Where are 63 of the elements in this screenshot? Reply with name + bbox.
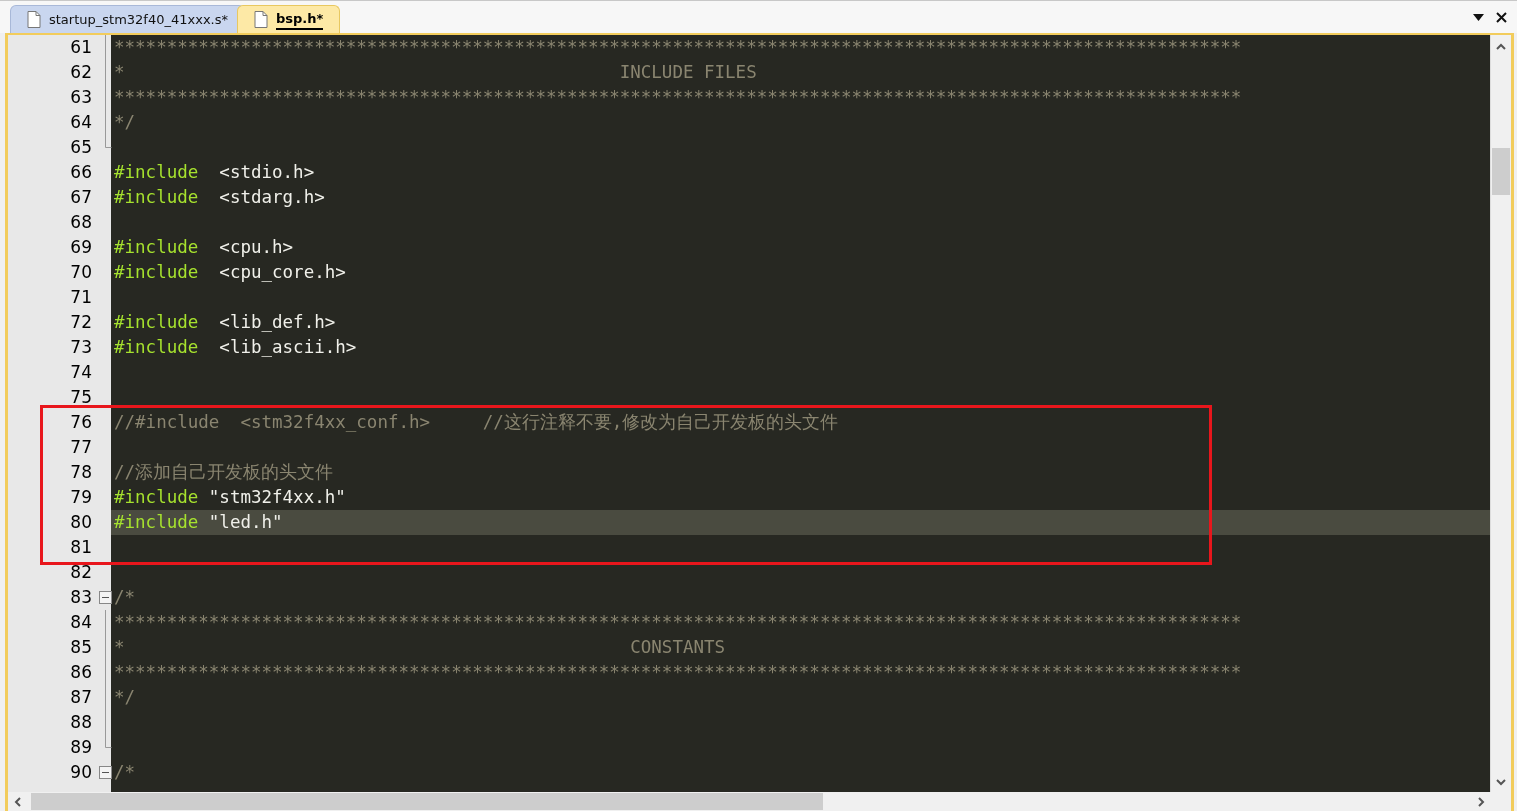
line-number: 72 bbox=[70, 312, 92, 332]
fold-toggle-icon[interactable] bbox=[99, 591, 112, 604]
code-line: //#include <stm32f4xx_conf.h> //这行注释不要,修改为自己开发板的头文件 bbox=[113, 411, 840, 434]
code-line: #include <cpu_core.h> bbox=[113, 261, 347, 284]
code-line: *********************************************************************************************************** bbox=[113, 36, 1243, 59]
vertical-scrollbar[interactable] bbox=[1490, 35, 1511, 792]
document-icon bbox=[254, 11, 268, 28]
line-number: 68 bbox=[70, 212, 92, 232]
scrollbar-thumb[interactable] bbox=[31, 793, 823, 810]
line-number: 79 bbox=[70, 487, 92, 507]
line-number: 82 bbox=[70, 562, 92, 582]
line-number: 65 bbox=[70, 137, 92, 157]
line-number: 86 bbox=[70, 662, 92, 682]
scroll-down-icon[interactable] bbox=[1496, 779, 1506, 786]
line-number: 69 bbox=[70, 237, 92, 257]
line-number: 73 bbox=[70, 337, 92, 357]
code-line: /* bbox=[113, 586, 137, 609]
line-number: 61 bbox=[70, 37, 92, 57]
scroll-up-icon[interactable] bbox=[1496, 43, 1506, 50]
line-number: 63 bbox=[70, 87, 92, 107]
line-number: 76 bbox=[70, 412, 92, 432]
line-number: 84 bbox=[70, 612, 92, 632]
line-number: 67 bbox=[70, 187, 92, 207]
code-line: * CONSTANTS bbox=[113, 636, 727, 659]
code-line: //添加自己开发板的头文件 bbox=[113, 461, 335, 484]
code-line: #include <cpu.h> bbox=[113, 236, 295, 259]
dropdown-caret-icon[interactable] bbox=[1473, 13, 1484, 21]
line-number: 88 bbox=[70, 712, 92, 732]
line-number: 75 bbox=[70, 387, 92, 407]
code-line: *********************************************************************************************************** bbox=[113, 86, 1243, 109]
scrollbar-thumb[interactable] bbox=[1492, 148, 1510, 195]
line-number: 81 bbox=[70, 537, 92, 557]
code-line: #include <lib_def.h> bbox=[113, 311, 337, 334]
line-number: 64 bbox=[70, 112, 92, 132]
fold-toggle-icon[interactable] bbox=[99, 766, 112, 779]
line-number: 85 bbox=[70, 637, 92, 657]
line-number: 90 bbox=[70, 762, 92, 782]
close-icon[interactable] bbox=[1496, 11, 1507, 23]
code-line: #include "stm32f4xx.h" bbox=[113, 486, 347, 509]
line-number: 66 bbox=[70, 162, 92, 182]
scroll-left-icon[interactable] bbox=[14, 796, 21, 807]
line-number: 77 bbox=[70, 437, 92, 457]
code-line: */ bbox=[113, 686, 137, 709]
document-icon bbox=[27, 11, 41, 28]
line-number: 89 bbox=[70, 737, 92, 757]
code-line: */ bbox=[113, 111, 137, 134]
line-number: 70 bbox=[70, 262, 92, 282]
code-line: * INCLUDE FILES bbox=[113, 61, 758, 84]
code-line: #include <stdarg.h> bbox=[113, 186, 326, 209]
code-line: /* bbox=[113, 761, 137, 784]
code-line: #include <lib_ascii.h> bbox=[113, 336, 358, 359]
code-line: *********************************************************************************************************** bbox=[113, 661, 1243, 684]
file-tab[interactable]: bsp.h* bbox=[237, 5, 341, 33]
line-number: 78 bbox=[70, 462, 92, 482]
code-line: *********************************************************************************************************** bbox=[113, 611, 1243, 634]
line-number: 83 bbox=[70, 587, 92, 607]
line-number: 71 bbox=[70, 287, 92, 307]
line-number: 74 bbox=[70, 362, 92, 382]
code-line: #include <stdio.h> bbox=[113, 161, 316, 184]
scroll-right-icon[interactable] bbox=[1478, 796, 1485, 807]
line-number: 80 bbox=[70, 512, 92, 532]
line-number: 87 bbox=[70, 687, 92, 707]
line-number: 62 bbox=[70, 62, 92, 82]
